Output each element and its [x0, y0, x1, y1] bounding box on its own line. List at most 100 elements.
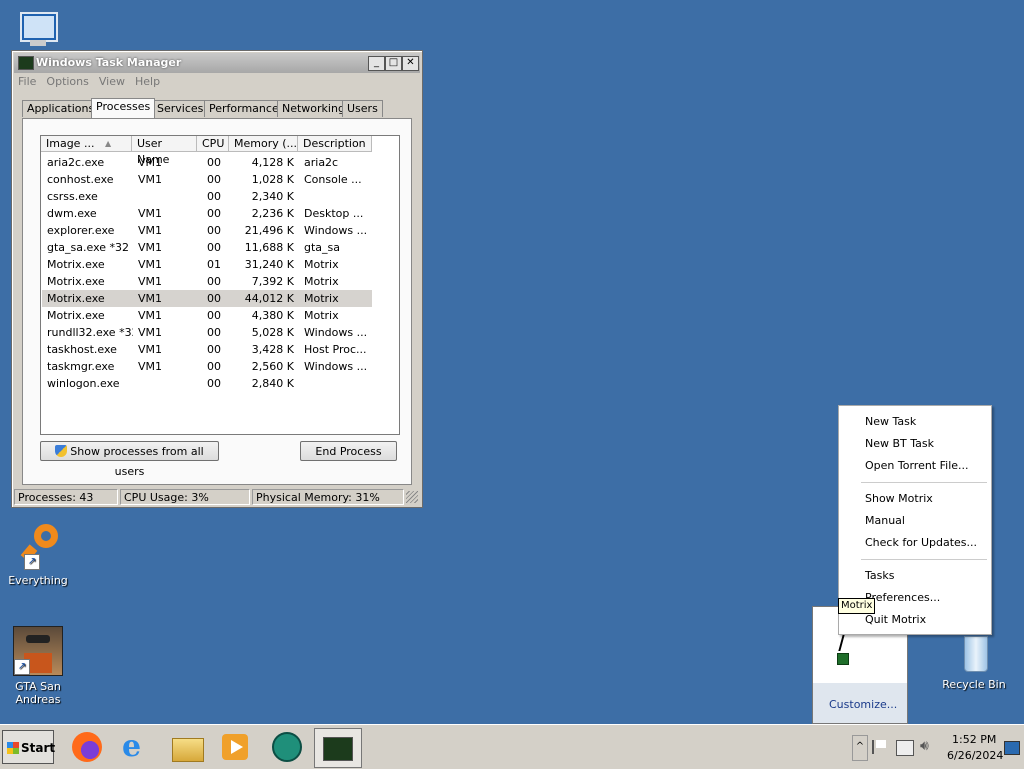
process-cell-mem: 11,688 K — [244, 241, 294, 254]
process-cell-cpu: 00 — [207, 360, 221, 373]
desktop-icon-gta-san-andreas[interactable]: ↗ GTA San Andreas — [6, 626, 70, 706]
motrix-tray-icon[interactable] — [837, 653, 849, 665]
process-cell-image: dwm.exe — [47, 207, 97, 220]
table-row[interactable]: conhost.exe VM1 00 1,028 K Console ... — [42, 171, 372, 188]
volume-icon[interactable]: 🔊︎ — [920, 738, 929, 754]
process-cell-image: taskmgr.exe — [47, 360, 115, 373]
clock-time[interactable]: 1:52 PM — [952, 733, 996, 746]
table-row[interactable]: aria2c.exe VM1 00 4,128 K aria2c — [42, 154, 372, 171]
taskbar-task-manager-icon[interactable] — [314, 728, 362, 768]
task-manager-icon — [18, 56, 34, 70]
process-cell-user: VM1 — [138, 326, 163, 339]
process-cell-user: VM1 — [138, 275, 163, 288]
process-list[interactable]: Image ... ▲ User Name CPU Memory (... Des… — [40, 135, 400, 435]
menu-item-show-motrix[interactable]: Show Motrix — [865, 491, 933, 507]
process-cell-cpu: 00 — [207, 224, 221, 237]
taskbar-explorer-icon[interactable] — [168, 728, 206, 766]
process-cell-cpu: 00 — [207, 173, 221, 186]
column-header-image[interactable]: Image ... ▲ — [41, 136, 132, 152]
menu-item-tasks[interactable]: Tasks — [865, 568, 894, 584]
process-cell-cpu: 00 — [207, 156, 221, 169]
task-manager-window: Windows Task Manager _ □ ✕ File Options Vi… — [11, 50, 423, 508]
process-cell-user: VM1 — [138, 258, 163, 271]
process-cell-desc: Windows ... — [304, 224, 368, 237]
taskbar-firefox-icon[interactable] — [68, 728, 106, 766]
menu-item-new-bt-task[interactable]: New BT Task — [865, 436, 934, 452]
tab-networking[interactable]: Networking — [277, 100, 350, 117]
process-cell-image: taskhost.exe — [47, 343, 117, 356]
taskbar-internet-explorer-icon[interactable]: e — [118, 728, 156, 766]
taskbar-media-player-icon[interactable] — [216, 728, 254, 766]
column-header-memory[interactable]: Memory (... — [229, 136, 298, 152]
status-cpu-usage: CPU Usage: 3% — [120, 489, 250, 505]
taskbar-app-icon[interactable] — [268, 728, 306, 766]
table-row[interactable]: taskhost.exe VM1 00 3,428 K Host Proc... — [42, 341, 372, 358]
show-desktop-icon[interactable] — [1004, 741, 1020, 755]
table-row[interactable]: Motrix.exe VM1 01 31,240 K Motrix — [42, 256, 372, 273]
menu-item-preferences[interactable]: Preferences... — [865, 590, 940, 606]
process-cell-mem: 7,392 K — [251, 275, 294, 288]
process-cell-mem: 2,236 K — [251, 207, 294, 220]
process-cell-cpu: 00 — [207, 190, 221, 203]
process-cell-mem: 4,380 K — [251, 309, 294, 322]
process-cell-desc: Windows ... — [304, 360, 368, 373]
process-cell-image: explorer.exe — [47, 224, 115, 237]
process-cell-user: VM1 — [138, 173, 163, 186]
process-cell-mem: 44,012 K — [244, 292, 294, 305]
menu-item-open-torrent-file[interactable]: Open Torrent File... — [865, 458, 969, 474]
process-cell-desc: Motrix — [304, 275, 339, 288]
table-row[interactable]: taskmgr.exe VM1 00 2,560 K Windows ... — [42, 358, 372, 375]
end-process-button[interactable]: End Process — [300, 441, 397, 461]
process-cell-user: VM1 — [138, 309, 163, 322]
desktop-icon-everything[interactable]: ↗ Everything — [6, 522, 70, 587]
maximize-button[interactable]: □ — [385, 56, 402, 71]
start-button[interactable]: Start — [2, 730, 55, 764]
customize-link[interactable]: Customize... — [829, 698, 897, 711]
table-row[interactable]: rundll32.exe *32 VM1 00 5,028 K Windows ... — [42, 324, 372, 341]
column-header-cpu[interactable]: CPU — [197, 136, 229, 152]
clock-date[interactable]: 6/26/2024 — [947, 749, 1003, 762]
tab-users[interactable]: Users — [342, 100, 383, 117]
minimize-button[interactable]: _ — [368, 56, 385, 71]
process-cell-mem: 4,128 K — [251, 156, 294, 169]
tab-performance[interactable]: Performance — [204, 100, 284, 117]
menu-item-check-for-updates[interactable]: Check for Updates... — [865, 535, 977, 551]
table-row[interactable]: dwm.exe VM1 00 2,236 K Desktop ... — [42, 205, 372, 222]
process-cell-mem: 2,340 K — [251, 190, 294, 203]
table-row[interactable]: Motrix.exe VM1 00 44,012 K Motrix — [42, 290, 372, 307]
desktop-icon-recycle-bin[interactable]: Recycle Bin — [942, 626, 1006, 691]
menu-file[interactable]: File — [18, 75, 36, 88]
tab-services[interactable]: Services — [152, 100, 209, 117]
process-cell-desc: Motrix — [304, 292, 339, 305]
column-header-description[interactable]: Description — [298, 136, 372, 152]
table-row[interactable]: csrss.exe 00 2,340 K — [42, 188, 372, 205]
window-titlebar[interactable]: Windows Task Manager _ □ ✕ — [14, 53, 420, 73]
resize-grip-icon[interactable] — [406, 491, 418, 503]
windows-logo-icon — [7, 742, 19, 754]
show-all-users-button[interactable]: Show processes from all users — [40, 441, 219, 478]
process-cell-mem: 31,240 K — [244, 258, 294, 271]
table-row[interactable]: winlogon.exe 00 2,840 K — [42, 375, 372, 392]
menu-options[interactable]: Options — [46, 75, 88, 88]
column-header-user[interactable]: User Name — [132, 136, 197, 166]
show-hidden-icons-button[interactable]: ^ — [852, 735, 868, 761]
tab-applications[interactable]: Applications — [22, 100, 100, 117]
tab-processes[interactable]: Processes — [91, 98, 156, 118]
computer-icon[interactable] — [16, 10, 60, 48]
network-icon[interactable] — [896, 740, 914, 756]
action-center-flag-icon[interactable] — [872, 740, 888, 754]
process-cell-mem: 5,028 K — [251, 326, 294, 339]
menu-view[interactable]: View — [99, 75, 125, 88]
tray-tooltip: Motrix — [838, 598, 876, 614]
table-row[interactable]: explorer.exe VM1 00 21,496 K Windows ... — [42, 222, 372, 239]
menu-item-manual[interactable]: Manual — [865, 513, 905, 529]
close-button[interactable]: ✕ — [402, 56, 419, 71]
process-cell-user: VM1 — [138, 241, 163, 254]
table-row[interactable]: gta_sa.exe *32 VM1 00 11,688 K gta_sa — [42, 239, 372, 256]
menu-help[interactable]: Help — [135, 75, 160, 88]
table-row[interactable]: Motrix.exe VM1 00 7,392 K Motrix — [42, 273, 372, 290]
menu-item-new-task[interactable]: New Task — [865, 414, 916, 430]
menu-item-quit-motrix[interactable]: Quit Motrix — [865, 612, 926, 628]
tray-footer: Customize... — [813, 683, 907, 723]
table-row[interactable]: Motrix.exe VM1 00 4,380 K Motrix — [42, 307, 372, 324]
